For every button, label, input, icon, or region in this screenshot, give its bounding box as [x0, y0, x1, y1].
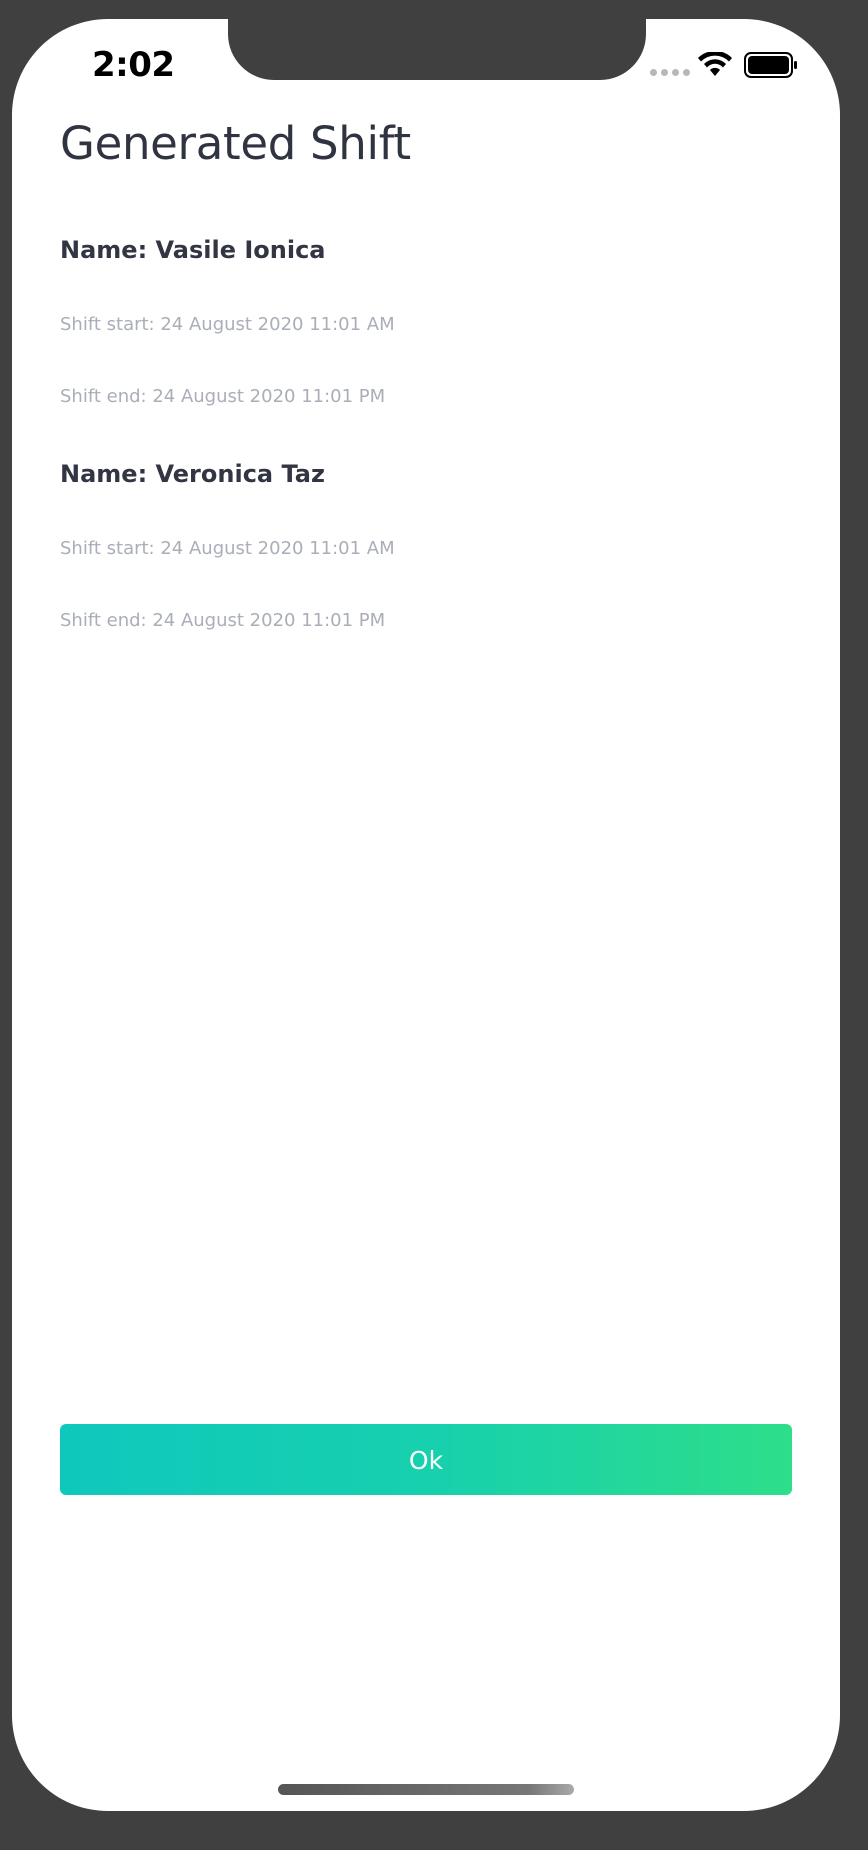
shift-start-row: Shift start: 24 August 2020 11:01 AM — [60, 314, 395, 336]
shift-entry: Name: Veronica Taz — [60, 460, 325, 488]
employee-name: Name: Vasile Ionica — [60, 236, 326, 264]
signal-dots-icon — [650, 69, 690, 76]
employee-name: Name: Veronica Taz — [60, 460, 325, 488]
shift-start-row: Shift start: 24 August 2020 11:01 AM — [60, 538, 395, 560]
status-bar-time: 2:02 — [92, 45, 175, 85]
ok-button[interactable]: Ok — [60, 1424, 792, 1495]
page-title: Generated Shift — [60, 117, 411, 170]
wifi-icon — [698, 52, 732, 76]
battery-icon — [744, 52, 797, 78]
shift-start-text: Shift start: 24 August 2020 11:01 AM — [60, 314, 395, 335]
shift-start-text: Shift start: 24 August 2020 11:01 AM — [60, 538, 395, 559]
shift-end-row: Shift end: 24 August 2020 11:01 PM — [60, 386, 385, 408]
shift-end-row: Shift end: 24 August 2020 11:01 PM — [60, 610, 385, 632]
shift-end-text: Shift end: 24 August 2020 11:01 PM — [60, 386, 386, 407]
shift-entry: Name: Vasile Ionica — [60, 236, 326, 264]
home-indicator[interactable] — [278, 1784, 574, 1795]
device-notch — [228, 19, 646, 80]
app-screen: 2:02 Generated Shift Name: Vasile Ionica… — [12, 19, 840, 1811]
shift-end-text: Shift end: 24 August 2020 11:01 PM — [60, 610, 386, 631]
